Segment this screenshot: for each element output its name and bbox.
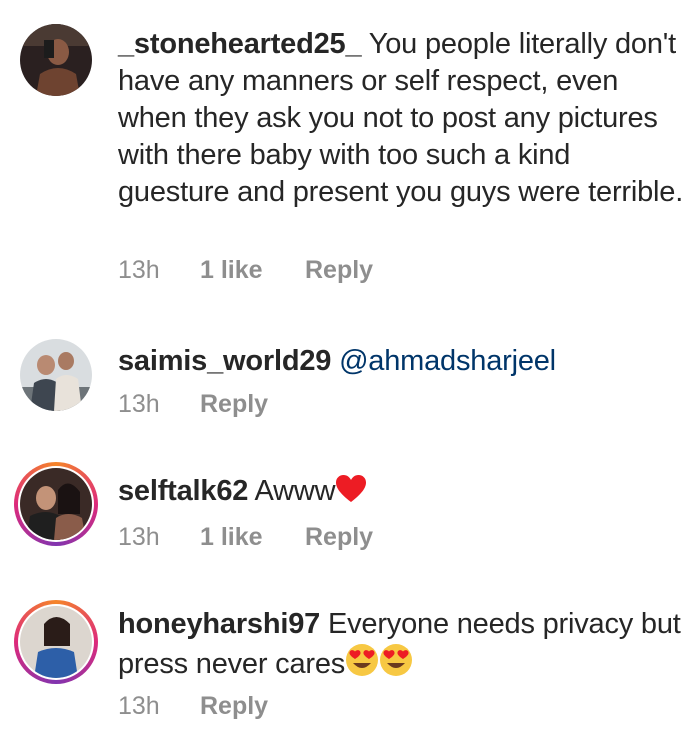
comment-username[interactable]: saimis_world29 — [118, 345, 331, 377]
comment-likes[interactable]: 1 like — [200, 523, 305, 552]
reply-button[interactable]: Reply — [305, 523, 373, 552]
comment-body: selftalk62 Awww — [118, 473, 688, 514]
comment-likes[interactable]: 1 like — [200, 256, 305, 285]
reply-button[interactable]: Reply — [305, 256, 373, 285]
avatar[interactable] — [20, 24, 92, 96]
comment-meta: 13h 1 like Reply — [118, 523, 373, 552]
comment-username[interactable]: _stonehearted25_ — [118, 28, 362, 60]
comment-body: honeyharshi97 Everyone needs privacy but… — [118, 606, 688, 687]
mention-link[interactable]: @ahmadsharjeel — [339, 345, 556, 377]
avatar — [20, 606, 92, 678]
heart-eyes-icon — [345, 643, 379, 687]
avatar — [20, 468, 92, 540]
comment-body: saimis_world29 @ahmadsharjeel — [118, 343, 688, 380]
comment-meta: 13h Reply — [118, 692, 268, 721]
story-ring[interactable] — [14, 600, 98, 684]
story-ring[interactable] — [14, 462, 98, 546]
reply-button[interactable]: Reply — [200, 692, 268, 721]
reply-button[interactable]: Reply — [200, 390, 268, 419]
comment-time: 13h — [118, 523, 160, 551]
comment-body: _stonehearted25_ You people literally do… — [118, 26, 688, 211]
comment-text: Awww — [254, 475, 336, 507]
red-heart-icon — [335, 474, 367, 514]
comment-meta: 13h Reply — [118, 390, 268, 419]
comment-meta: 13h 1 like Reply — [118, 256, 373, 285]
comment-username[interactable]: honeyharshi97 — [118, 608, 320, 640]
comment-time: 13h — [118, 256, 160, 284]
comment-username[interactable]: selftalk62 — [118, 475, 248, 507]
comment-time: 13h — [118, 692, 160, 720]
avatar[interactable] — [20, 339, 92, 411]
comment-time: 13h — [118, 390, 160, 418]
heart-eyes-icon — [379, 643, 413, 687]
